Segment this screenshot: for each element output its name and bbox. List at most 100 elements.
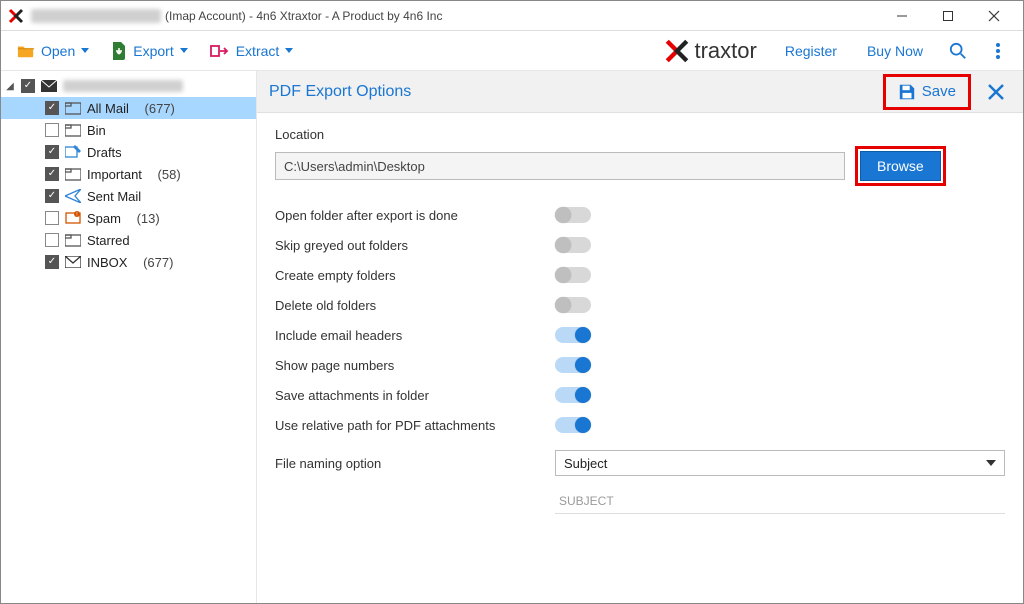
tree-item-bin[interactable]: Bin (1, 119, 256, 141)
checkbox[interactable] (45, 101, 59, 115)
app-window: (Imap Account) - 4n6 Xtraxtor - A Produc… (0, 0, 1024, 604)
toggle-switch[interactable] (555, 387, 591, 403)
tree-item-spam[interactable]: ! Spam (13) (1, 207, 256, 229)
checkbox[interactable] (45, 189, 59, 203)
tree-item-all-mail[interactable]: All Mail (677) (1, 97, 256, 119)
option-row: Include email headers (275, 320, 1005, 350)
collapse-arrow-icon[interactable]: ◢ (5, 81, 15, 92)
extract-menu-button[interactable]: Extract (202, 39, 302, 63)
close-window-button[interactable] (971, 1, 1017, 31)
folder-icon (65, 167, 81, 181)
save-button[interactable]: Save (888, 79, 966, 105)
register-link[interactable]: Register (773, 39, 849, 63)
folder-icon (65, 123, 81, 137)
open-label: Open (41, 43, 75, 59)
main-toolbar: Open Export Extract traxtor Register Buy… (1, 31, 1023, 71)
brand-logo: traxtor (664, 38, 766, 64)
file-naming-label: File naming option (275, 456, 555, 471)
tree-item-drafts[interactable]: Drafts (1, 141, 256, 163)
tree-item-label: Important (87, 167, 142, 182)
file-naming-dropdown[interactable]: Subject (555, 450, 1005, 476)
file-naming-preview: SUBJECT (555, 488, 1005, 514)
browse-highlight-box: Browse (855, 146, 946, 186)
toggle-switch[interactable] (555, 357, 591, 373)
account-name-redacted (31, 9, 161, 23)
option-label: Skip greyed out folders (275, 238, 555, 253)
export-menu-button[interactable]: Export (103, 38, 195, 64)
open-menu-button[interactable]: Open (9, 39, 97, 63)
extract-label: Extract (236, 43, 280, 59)
file-naming-value: Subject (564, 456, 607, 471)
tree-item-label: Drafts (87, 145, 122, 160)
option-row: Use relative path for PDF attachments (275, 410, 1005, 440)
tree-item-sent-mail[interactable]: Sent Mail (1, 185, 256, 207)
checkbox[interactable] (45, 255, 59, 269)
checkbox[interactable] (45, 145, 59, 159)
browse-button[interactable]: Browse (860, 151, 941, 181)
tree-item-count: (677) (145, 101, 175, 116)
panel-title: PDF Export Options (269, 83, 411, 101)
toggle-switch[interactable] (555, 297, 591, 313)
tree-item-label: Starred (87, 233, 130, 248)
option-row: Skip greyed out folders (275, 230, 1005, 260)
tree-item-count: (677) (143, 255, 173, 270)
tree-item-label: All Mail (87, 101, 129, 116)
option-row: Create empty folders (275, 260, 1005, 290)
option-label: Use relative path for PDF attachments (275, 418, 555, 433)
save-label: Save (922, 83, 956, 100)
inbox-icon (65, 255, 81, 269)
panel-header: PDF Export Options Save (257, 71, 1023, 113)
tree-root-row[interactable]: ◢ (1, 75, 256, 97)
svg-text:!: ! (76, 212, 77, 218)
tree-item-count: (13) (137, 211, 160, 226)
tree-item-inbox[interactable]: INBOX (677) (1, 251, 256, 273)
tree-item-label: Sent Mail (87, 189, 141, 204)
account-email-redacted (63, 80, 183, 92)
option-label: Include email headers (275, 328, 555, 343)
toggle-switch[interactable] (555, 417, 591, 433)
tree-item-label: Bin (87, 123, 106, 138)
tree-item-label: Spam (87, 211, 121, 226)
checkbox[interactable] (21, 79, 35, 93)
location-input[interactable] (275, 152, 845, 180)
close-panel-button[interactable] (981, 83, 1011, 101)
toggle-switch[interactable] (555, 267, 591, 283)
mail-icon (41, 80, 57, 92)
caret-down-icon (180, 48, 188, 53)
spam-icon: ! (65, 211, 81, 225)
brand-x-icon (664, 38, 690, 64)
window-title: (Imap Account) - 4n6 Xtraxtor - A Produc… (165, 9, 442, 23)
export-options-panel: PDF Export Options Save Location (257, 71, 1023, 603)
minimize-button[interactable] (879, 1, 925, 31)
app-body: ◢ All Mail (677) Bin Drafts Important (58) S… (1, 71, 1023, 603)
toggle-switch[interactable] (555, 327, 591, 343)
caret-down-icon (986, 460, 996, 466)
file-export-icon (111, 42, 127, 60)
checkbox[interactable] (45, 123, 59, 137)
export-label: Export (133, 43, 173, 59)
checkbox[interactable] (45, 233, 59, 247)
option-label: Show page numbers (275, 358, 555, 373)
option-label: Create empty folders (275, 268, 555, 283)
brand-text: traxtor (694, 38, 756, 64)
option-label: Save attachments in folder (275, 388, 555, 403)
buy-now-link[interactable]: Buy Now (855, 39, 935, 63)
tree-item-starred[interactable]: Starred (1, 229, 256, 251)
option-label: Delete old folders (275, 298, 555, 313)
tree-item-label: INBOX (87, 255, 127, 270)
app-logo-icon (7, 7, 25, 25)
toggle-switch[interactable] (555, 207, 591, 223)
search-button[interactable] (941, 42, 975, 60)
option-row: Show page numbers (275, 350, 1005, 380)
tree-item-important[interactable]: Important (58) (1, 163, 256, 185)
checkbox[interactable] (45, 167, 59, 181)
drafts-icon (65, 145, 81, 159)
maximize-button[interactable] (925, 1, 971, 31)
option-row: Open folder after export is done (275, 200, 1005, 230)
toggle-switch[interactable] (555, 237, 591, 253)
sent-icon (65, 189, 81, 203)
checkbox[interactable] (45, 211, 59, 225)
more-menu-button[interactable] (981, 42, 1015, 60)
panel-body: Location Browse Open folder after export… (257, 113, 1023, 528)
folder-icon (65, 101, 81, 115)
